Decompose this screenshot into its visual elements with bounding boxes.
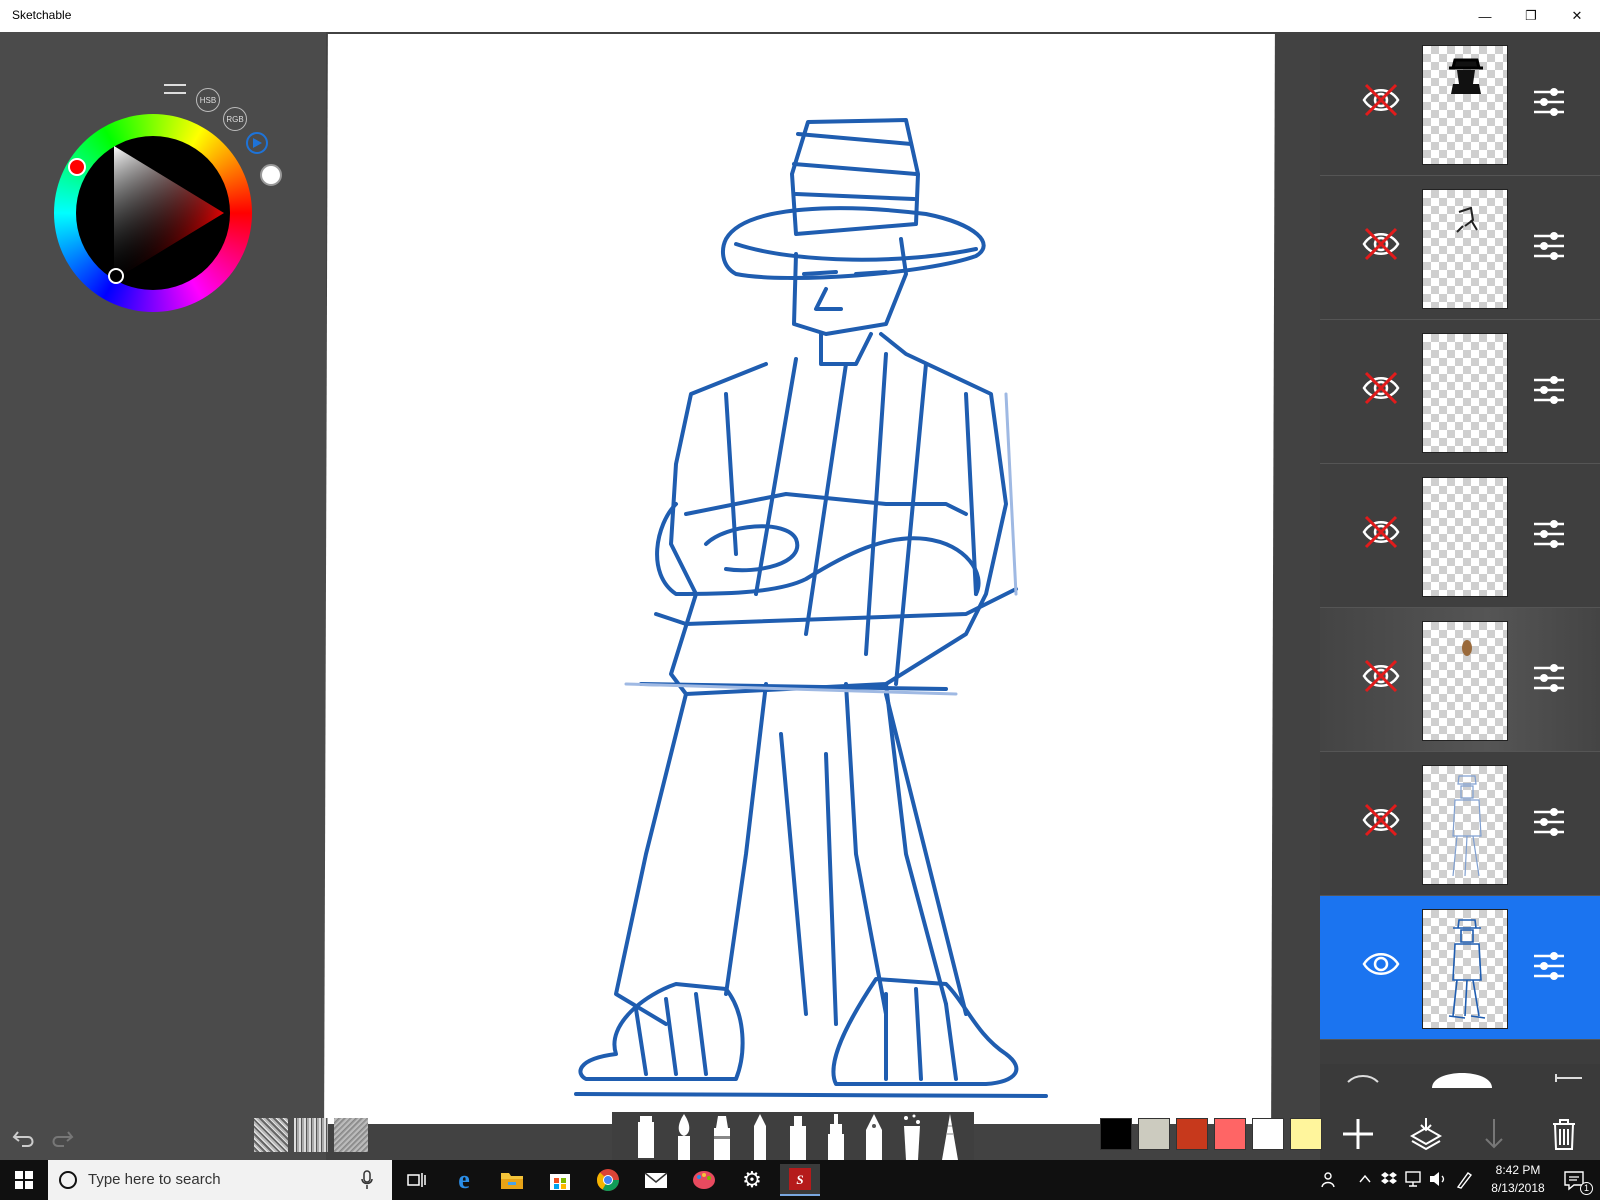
search-placeholder: Type here to search (88, 1171, 221, 1188)
layer-row[interactable] (1320, 176, 1600, 320)
eye-hidden-icon[interactable] (1360, 367, 1402, 409)
texture-paper-1[interactable] (254, 1118, 288, 1152)
rgb-mode-button[interactable]: RGB (223, 107, 247, 131)
layer-settings-icon[interactable] (1532, 951, 1566, 981)
edge-browser-icon[interactable]: e (444, 1164, 484, 1196)
paint-app-icon[interactable] (684, 1164, 724, 1196)
figure-sketch (574, 118, 1048, 1098)
layer-row[interactable] (1320, 752, 1600, 896)
eye-hidden-icon[interactable] (1360, 223, 1402, 265)
layer-settings-icon[interactable] (1532, 231, 1566, 261)
svg-text:S: S (796, 1172, 803, 1187)
task-view-icon[interactable] (396, 1164, 436, 1196)
layer-thumbnail[interactable] (1422, 909, 1508, 1029)
hsb-mode-button[interactable]: HSB (196, 88, 220, 112)
layer-row[interactable] (1320, 320, 1600, 464)
file-explorer-icon[interactable] (492, 1164, 532, 1196)
undo-icon[interactable] (10, 1124, 38, 1152)
color-wheel[interactable] (54, 114, 252, 312)
merge-layer-icon[interactable] (1408, 1116, 1444, 1152)
marker-icon[interactable] (632, 1112, 660, 1160)
chrome-icon[interactable] (588, 1164, 628, 1196)
eraser-icon[interactable] (936, 1112, 964, 1160)
color-swatch[interactable] (1100, 1118, 1132, 1150)
ink-pen-icon[interactable] (860, 1112, 888, 1160)
hue-marker[interactable] (68, 158, 86, 176)
color-picker-menu-icon[interactable] (164, 84, 186, 94)
layer-thumbnail[interactable] (1422, 765, 1508, 885)
layer-row[interactable] (1320, 896, 1600, 1040)
title-bar: Sketchable — ❐ ✕ (0, 0, 1600, 32)
windows-start-icon[interactable] (4, 1164, 44, 1196)
saturation-marker[interactable] (108, 268, 124, 284)
eye-hidden-icon[interactable] (1360, 655, 1402, 697)
color-swatch[interactable] (1138, 1118, 1170, 1150)
delete-layer-icon[interactable] (1546, 1116, 1582, 1152)
layer-row[interactable] (1320, 608, 1600, 752)
pen-icon[interactable] (708, 1112, 736, 1160)
people-icon[interactable] (1320, 1170, 1340, 1190)
layer-settings-icon[interactable] (1532, 375, 1566, 405)
settings-gear-icon[interactable]: ⚙ (732, 1164, 772, 1196)
highlighter-icon[interactable] (784, 1112, 812, 1160)
app-title: Sketchable (12, 8, 72, 22)
layer-row[interactable] (1320, 464, 1600, 608)
redo-icon[interactable] (48, 1124, 76, 1152)
color-swatch[interactable] (1214, 1118, 1246, 1150)
layer-settings-icon[interactable] (1532, 87, 1566, 117)
color-wheel-center (76, 136, 230, 290)
add-layer-icon[interactable] (1340, 1116, 1376, 1152)
taskbar: Type here to search e ⚙ S 8:42 PM 8/13/2… (0, 1160, 1600, 1200)
store-icon[interactable] (540, 1164, 580, 1196)
sketchable-taskbar-icon[interactable]: S (780, 1164, 820, 1196)
layer-settings-icon[interactable] (1532, 663, 1566, 693)
pencil-icon[interactable] (746, 1112, 774, 1160)
splatter-icon[interactable] (898, 1112, 926, 1160)
move-layer-down-icon[interactable] (1476, 1116, 1512, 1152)
airbrush-icon[interactable] (822, 1112, 850, 1160)
brush-icon[interactable] (670, 1112, 698, 1160)
cortana-icon (59, 1171, 77, 1189)
layer-thumbnail[interactable] (1422, 189, 1508, 309)
restore-button[interactable]: ❐ (1508, 0, 1554, 32)
layer-thumbnail[interactable] (1422, 477, 1508, 597)
eye-hidden-icon[interactable] (1360, 511, 1402, 553)
color-swatch[interactable] (1176, 1118, 1208, 1150)
eye-icon[interactable] (1360, 943, 1402, 985)
texture-paper-3[interactable] (334, 1118, 368, 1152)
minimize-button[interactable]: — (1462, 0, 1508, 32)
layer-footer-controls[interactable] (1320, 1064, 1600, 1094)
dropbox-icon[interactable] (1380, 1170, 1398, 1188)
mail-icon[interactable] (636, 1164, 676, 1196)
layer-settings-icon[interactable] (1532, 519, 1566, 549)
play-icon[interactable] (246, 132, 268, 154)
layer-settings-icon[interactable] (1532, 807, 1566, 837)
color-swatch[interactable] (1290, 1118, 1322, 1150)
eye-hidden-icon[interactable] (1360, 799, 1402, 841)
taskbar-search[interactable]: Type here to search (48, 1160, 392, 1200)
eye-hidden-icon[interactable] (1360, 79, 1402, 121)
close-button[interactable]: ✕ (1554, 0, 1600, 32)
clock-time: 8:42 PM (1495, 1163, 1541, 1177)
texture-paper-2[interactable] (294, 1118, 328, 1152)
layer-row[interactable] (1320, 32, 1600, 176)
layer-thumbnail[interactable] (1422, 621, 1508, 741)
layer-thumbnail[interactable] (1422, 45, 1508, 165)
chevron-up-icon[interactable] (1358, 1172, 1372, 1186)
color-swatch[interactable] (1252, 1118, 1284, 1150)
clock-date: 8/13/2018 (1491, 1181, 1545, 1195)
microphone-icon[interactable] (360, 1170, 374, 1190)
layer-thumbnail[interactable] (1422, 333, 1508, 453)
volume-icon[interactable] (1428, 1170, 1448, 1188)
saturation-brightness-triangle[interactable] (76, 136, 230, 290)
current-color-swatch[interactable] (260, 164, 282, 186)
notification-count: 1 (1580, 1182, 1593, 1195)
network-icon[interactable] (1404, 1170, 1424, 1188)
pen-workspace-icon[interactable] (1454, 1170, 1474, 1190)
